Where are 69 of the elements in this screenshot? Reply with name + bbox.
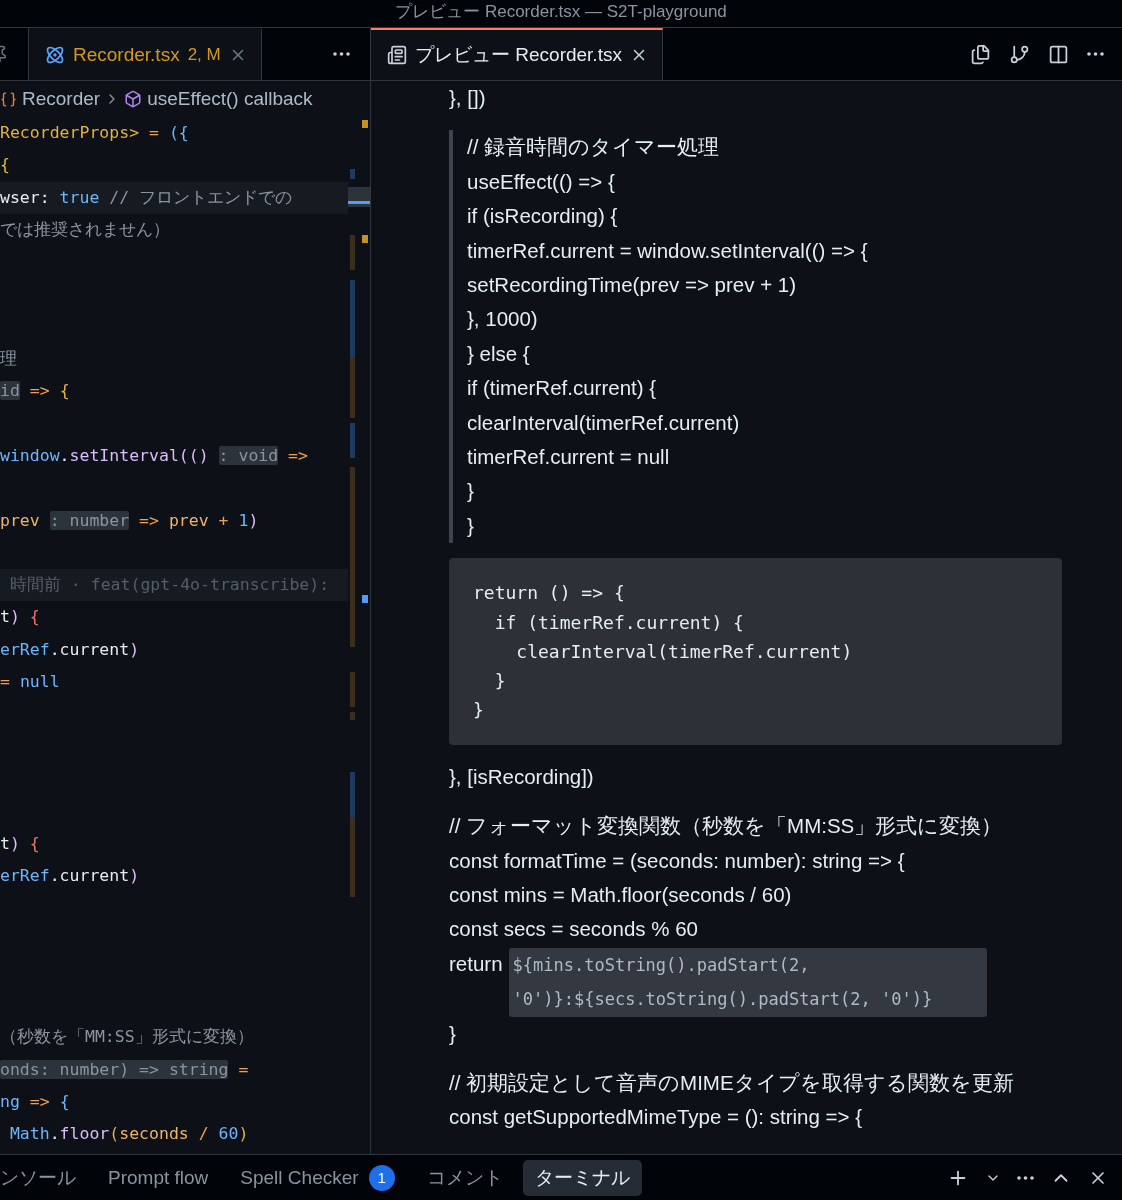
panel-tab[interactable]: Prompt flow xyxy=(96,1161,221,1194)
code-text: return () => { xyxy=(473,581,626,606)
code-line: erRef.current) xyxy=(0,638,141,661)
code-line: t) { xyxy=(0,832,41,855)
preview-text: // 初期設定として音声のMIMEタイプを取得する関数を更新 xyxy=(449,1070,1015,1096)
code-line: = null xyxy=(0,671,61,694)
panel-tab[interactable]: ンソール xyxy=(0,1159,88,1196)
count-badge: 1 xyxy=(368,1164,395,1191)
branch-icon xyxy=(1009,43,1030,65)
preview-text: } else { xyxy=(467,340,531,367)
code-line: （秒数を「MM:SS」形式に変換） xyxy=(0,1026,255,1049)
preview-text: const getSupportedMimeType = (): string => { xyxy=(449,1104,864,1131)
symbol-icon xyxy=(0,90,17,108)
code-line: id => { xyxy=(0,380,71,403)
preview-text: // 録音時間のタイマー処理 xyxy=(467,134,721,161)
file-status: 2, M xyxy=(187,45,221,65)
tab-label: Recorder.tsx xyxy=(73,44,180,66)
ellipsis-icon xyxy=(1017,1175,1034,1180)
code-line: RecorderProps> = ({ xyxy=(0,122,190,144)
breadcrumb-item[interactable]: useEffect() callback xyxy=(124,88,313,110)
window-title: プレビュー Recorder.tsx — S2T-playground xyxy=(395,2,727,22)
editor-tab[interactable]: Recorder.tsx 2, M xyxy=(29,28,262,80)
preview-text: if (timerRef.current) { xyxy=(467,375,658,402)
ellipsis-icon xyxy=(333,52,350,56)
preview-text: timerRef.current = null xyxy=(467,444,671,471)
code-text: } xyxy=(493,669,507,694)
panel-tab[interactable]: ターミナル xyxy=(522,1159,642,1196)
panel-tab[interactable]: コメント xyxy=(414,1159,515,1196)
preview-text: // フォーマット変換関数（秒数を「MM:SS」形式に変換） xyxy=(449,813,1004,840)
code-text: } xyxy=(473,698,485,723)
inline-code: ${mins.toString().padStart(2, '0')}:${secs.toString().padStart(2, '0')} xyxy=(508,947,987,1017)
code-text: clearInterval(timerRef.current) xyxy=(515,639,854,664)
preview-text: const formatTime = (seconds: number): string => { xyxy=(449,847,906,874)
preview-text: }, 1000) xyxy=(467,306,539,333)
preview-text: clearInterval(timerRef.current) xyxy=(467,409,741,436)
preview-text: }, []) xyxy=(449,85,487,111)
tab-label: プレビュー Recorder.tsx xyxy=(415,43,622,67)
blame-annotation: 時間前 · feat(gpt-4o-transcribe): xyxy=(0,569,348,602)
preview-text: setRecordingTime(prev => prev + 1) xyxy=(467,272,798,299)
code-line: onds: number) => string = xyxy=(0,1058,250,1081)
ellipsis-icon xyxy=(1087,52,1104,56)
preview-text: useEffect(() => { xyxy=(467,168,616,195)
code-line: Math.floor(seconds / 60) xyxy=(8,1123,250,1146)
preview-text: if (isRecording) { xyxy=(467,203,619,230)
preview-text: } xyxy=(467,478,475,505)
preview-text: timerRef.current = window.setInterval(() => { xyxy=(467,237,869,264)
code-line: t) { xyxy=(0,606,41,629)
split-icon xyxy=(1048,43,1069,65)
preview-text: return xyxy=(449,950,503,977)
code-line: window.setInterval(() : void => xyxy=(0,444,309,467)
code-line: 理 xyxy=(0,348,18,371)
editor-tab[interactable]: プレビュー Recorder.tsx xyxy=(371,28,663,80)
code-line: { xyxy=(0,154,11,177)
code-line: では推奨されません） xyxy=(0,218,171,241)
preview-text: }, [isRecording]) xyxy=(449,763,595,790)
preview-text: const mins = Math.floor(seconds / 60) xyxy=(449,882,793,908)
code-line: ng => { xyxy=(0,1090,71,1113)
preview-icon xyxy=(387,45,407,65)
panel-tab[interactable]: Spell Checker 1 xyxy=(228,1159,407,1196)
code-line: prev : number => prev + 1) xyxy=(0,509,260,532)
react-file-icon xyxy=(45,45,65,65)
code-text: if (timerRef.current) { xyxy=(493,610,745,635)
files-icon xyxy=(970,43,991,65)
cube-icon xyxy=(124,90,143,108)
code-line: erRef.current) xyxy=(0,864,141,887)
breadcrumb-item[interactable]: Recorder xyxy=(0,88,101,110)
preview-text: } xyxy=(449,1020,457,1047)
preview-text: } xyxy=(467,512,475,539)
preview-text: const secs = seconds % 60 xyxy=(449,916,699,943)
